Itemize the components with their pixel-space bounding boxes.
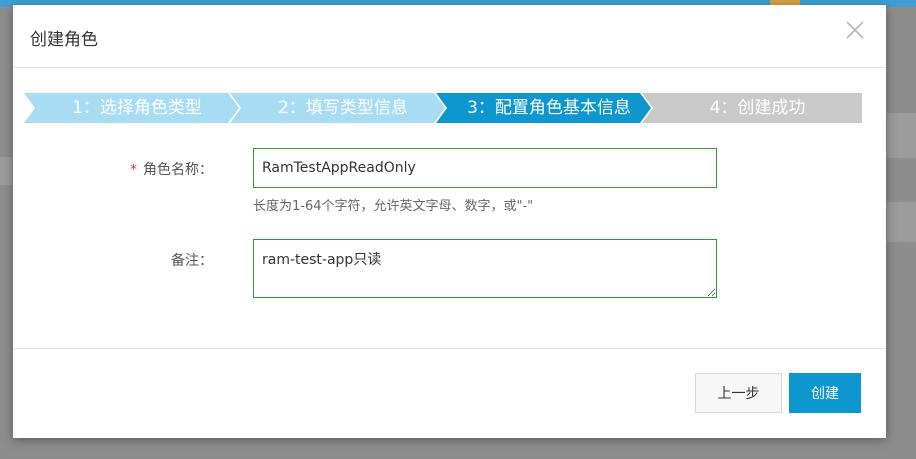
create-role-modal: 创建角色 1：选择角色类型 2：填写类型信息 3：配置角色基本信息 4：创建成功… — [13, 5, 886, 438]
step-4-label: 4：创建成功 — [709, 98, 806, 118]
wizard-steps: 1：选择角色类型 2：填写类型信息 3：配置角色基本信息 4：创建成功 — [24, 93, 862, 123]
previous-step-button[interactable]: 上一步 — [695, 373, 782, 413]
footer-divider — [13, 348, 886, 349]
background-table-row — [887, 202, 916, 242]
role-name-label: * 角色名称： — [13, 159, 213, 179]
close-icon[interactable] — [844, 19, 866, 41]
role-name-label-text: 角色名称： — [143, 162, 213, 178]
remark-label: 备注： — [171, 253, 213, 269]
background-left-strip — [0, 157, 12, 185]
remark-textarea[interactable]: ram-test-app只读 — [253, 239, 717, 298]
background-table-row — [887, 113, 916, 158]
step-3-label: 3：配置角色基本信息 — [467, 98, 631, 118]
modal-header: 创建角色 — [13, 5, 886, 68]
role-name-hint: 长度为1-64个字符，允许英文字母、数字，或"-" — [253, 199, 534, 214]
create-button[interactable]: 创建 — [789, 373, 861, 413]
modal-title: 创建角色 — [30, 30, 98, 50]
step-1-label: 1：选择角色类型 — [72, 98, 202, 118]
required-mark: * — [130, 162, 137, 178]
role-name-input[interactable] — [253, 148, 717, 188]
step-2-label: 2：填写类型信息 — [278, 98, 408, 118]
